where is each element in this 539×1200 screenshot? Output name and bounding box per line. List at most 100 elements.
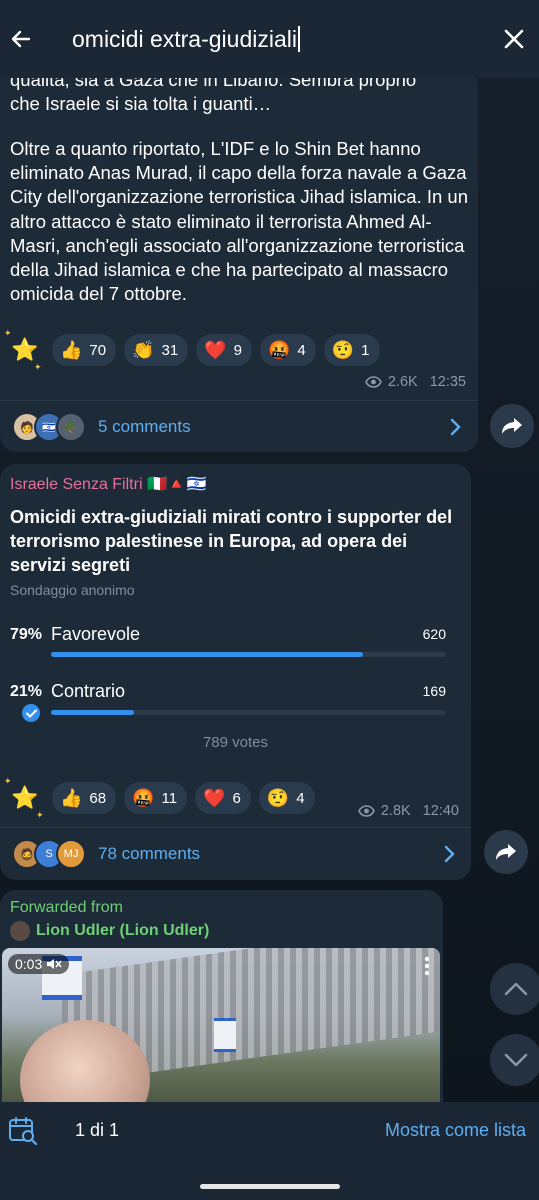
video-time: 0:03 — [15, 956, 43, 972]
reaction-clap[interactable]: 👏 31 — [124, 334, 189, 366]
previous-result-button[interactable] — [490, 963, 539, 1015]
home-indicator — [200, 1184, 340, 1189]
poll-option-favorevole[interactable]: 79% Favorevole 620 — [10, 622, 446, 662]
calendar-search-button[interactable] — [8, 1116, 38, 1151]
angry-face-icon: 🤬 — [132, 788, 155, 808]
reactions-row: ⭐ 👍 68 🤬 11 ❤️ 6 🤨 4 — [6, 779, 315, 817]
comments-row[interactable]: 🧑 🇮🇱 🪖 5 comments — [12, 410, 468, 444]
message-bubble-1: qualità, sia a Gaza che in Libano. Sembr… — [0, 40, 478, 452]
reaction-count: 68 — [89, 789, 107, 807]
reaction-count: 70 — [89, 341, 107, 359]
option-label: Contrario — [51, 681, 126, 701]
raised-eyebrow-icon: 🤨 — [331, 340, 355, 360]
message-meta: 2.8K 12:40 — [357, 803, 459, 819]
message-time: 12:40 — [422, 803, 459, 819]
eye-icon — [364, 376, 382, 388]
share-button[interactable] — [484, 830, 528, 874]
heart-icon: ❤️ — [203, 788, 226, 808]
sparkle-decoration: ✦ — [34, 362, 42, 372]
reaction-count: 4 — [296, 789, 305, 807]
more-options-button[interactable] — [424, 956, 430, 981]
option-percent: 79% — [10, 626, 43, 643]
reaction-eyebrow[interactable]: 🤨 4 — [258, 782, 315, 814]
comments-link[interactable]: 5 comments — [98, 417, 191, 437]
more-vertical-icon — [424, 956, 430, 976]
thumbs-up-icon: 👍 — [60, 340, 83, 360]
calendar-search-icon — [9, 1117, 38, 1146]
option-count: 169 — [422, 683, 446, 699]
eye-icon — [357, 805, 375, 817]
avatar: MJ — [56, 839, 86, 869]
message-bubble-2: Israele Senza Filtri 🇮🇹🔺🇮🇱 Omicidi extra… — [0, 464, 471, 880]
clear-search-button[interactable] — [497, 22, 531, 56]
option-bar-fill — [51, 710, 134, 715]
video-duration[interactable]: 0:03 — [8, 954, 70, 974]
star-icon: ⭐ — [11, 337, 39, 362]
search-input[interactable]: omicidi extra-giudiziali — [72, 25, 497, 53]
view-count: 2.8K — [380, 803, 411, 819]
clap-icon: 👏 — [132, 340, 155, 360]
share-arrow-icon — [496, 844, 516, 860]
forwarded-source-name: Lion Udler (Lion Udler) — [36, 922, 210, 939]
muted-speaker-icon — [47, 959, 62, 969]
avatar — [10, 921, 30, 941]
video-player[interactable]: 0:03 — [2, 948, 440, 1108]
message-bubble-3: Forwarded from Lion Udler (Lion Udler) 0… — [0, 890, 443, 1120]
message-text: Oltre a quanto riportato, L'IDF e lo Shi… — [10, 138, 469, 305]
forwarded-label: Forwarded from — [10, 899, 123, 916]
arrow-left-icon — [11, 30, 31, 48]
result-counter: 1 di 1 — [75, 1120, 120, 1140]
search-query-text: omicidi extra-giudiziali — [72, 25, 297, 52]
next-result-button[interactable] — [490, 1034, 539, 1086]
search-bar: omicidi extra-giudiziali — [0, 0, 539, 78]
reactions-row: ⭐ 👍 70 👏 31 ❤️ 9 🤬 4 🤨 1 — [6, 331, 380, 369]
poll-option-contrario[interactable]: 21% Contrario 169 — [10, 679, 446, 722]
sparkle-decoration: ✦ — [4, 328, 12, 338]
commenter-avatars: 🧔 S MJ — [12, 839, 86, 869]
reaction-angry[interactable]: 🤬 11 — [124, 782, 188, 814]
sparkle-decoration: ✦ — [4, 776, 12, 786]
vote-count: 789 votes — [202, 734, 269, 751]
reaction-eyebrow[interactable]: 🤨 1 — [323, 334, 380, 366]
option-label: Favorevole — [51, 624, 141, 644]
poll-type: Sondaggio anonimo — [10, 582, 135, 598]
reaction-angry[interactable]: 🤬 4 — [259, 334, 316, 366]
option-bar-track — [51, 652, 446, 657]
reaction-count: 4 — [297, 341, 306, 359]
poll-question: Omicidi extra-giudiziali mirati contro i… — [10, 507, 453, 575]
reaction-thumbs-up[interactable]: 👍 70 — [52, 334, 117, 366]
option-count: 620 — [422, 626, 446, 642]
comments-row[interactable]: 🧔 S MJ 78 comments — [12, 837, 462, 871]
video-frame-flag — [214, 1018, 236, 1052]
reaction-thumbs-up[interactable]: 👍 68 — [52, 782, 117, 814]
chevron-right-icon — [444, 845, 455, 863]
reaction-heart[interactable]: ❤️ 6 — [195, 782, 251, 814]
share-button[interactable] — [490, 404, 534, 448]
chevron-up-icon — [504, 982, 528, 996]
show-as-list-button[interactable]: Mostra come lista — [385, 1120, 526, 1141]
option-bar-fill — [51, 652, 364, 657]
thumbs-up-icon: 👍 — [60, 788, 83, 808]
message-time: 12:35 — [429, 374, 466, 390]
back-button[interactable] — [4, 22, 38, 56]
selected-check-icon — [22, 704, 40, 722]
comments-link[interactable]: 78 comments — [98, 844, 200, 864]
message-line: che Israele si sia tolta i guanti… — [10, 93, 272, 115]
text-caret — [297, 25, 300, 52]
forwarded-source[interactable]: Lion Udler (Lion Udler) — [10, 921, 209, 941]
reaction-heart[interactable]: ❤️ 9 — [196, 334, 252, 366]
channel-name[interactable]: Israele Senza Filtri 🇮🇹🔺🇮🇱 — [10, 474, 207, 494]
close-icon — [504, 29, 524, 49]
divider — [0, 400, 478, 401]
chevron-right-icon — [450, 418, 461, 436]
angry-face-icon: 🤬 — [267, 340, 291, 360]
reaction-count: 11 — [161, 789, 178, 807]
heart-icon: ❤️ — [204, 340, 227, 360]
view-count: 2.6K — [387, 374, 418, 390]
divider — [0, 827, 471, 828]
reaction-count: 6 — [232, 789, 241, 807]
avatar: 🪖 — [56, 412, 86, 442]
chevron-down-icon — [504, 1053, 528, 1067]
reaction-count: 1 — [361, 341, 370, 359]
reaction-count: 31 — [161, 341, 179, 359]
